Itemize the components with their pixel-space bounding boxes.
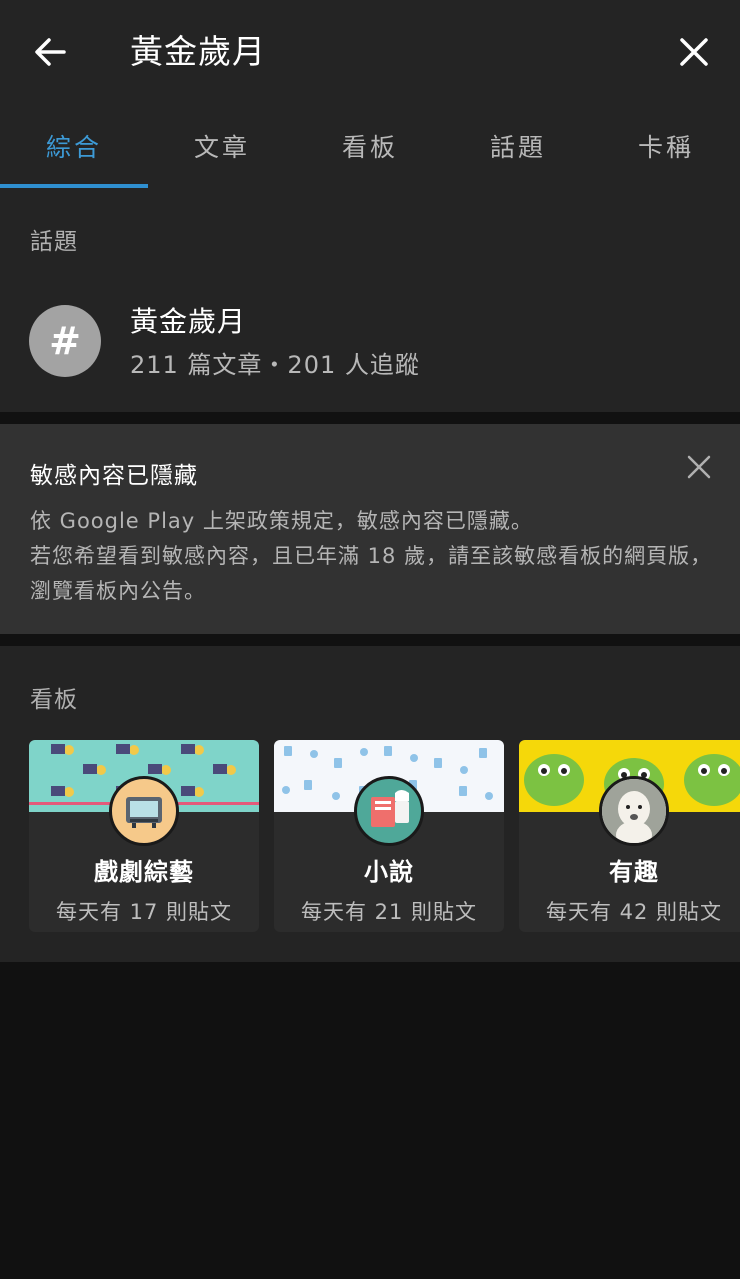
boards-section-label: 看板: [30, 687, 78, 713]
tv-icon: [109, 776, 179, 846]
tab-bar: 綜合 文章 看板 話題 卡稱: [0, 104, 740, 188]
board-name: 有趣: [609, 858, 659, 886]
notice-close-button[interactable]: [686, 454, 712, 480]
board-card-novel[interactable]: 小說 每天有 21 則貼文: [274, 740, 504, 932]
board-post-rate: 每天有 17 則貼文: [55, 900, 233, 924]
tab-label: 文章: [193, 133, 250, 162]
tab-overview[interactable]: 綜合: [0, 104, 148, 188]
topic-name[interactable]: 黃金歲月: [130, 300, 246, 340]
tab-boards[interactable]: 看板: [296, 104, 444, 188]
notice-body-line: 依 Google Play 上架政策規定，敏感內容已隱藏。: [30, 509, 533, 533]
tab-articles[interactable]: 文章: [148, 104, 296, 188]
close-icon: [680, 38, 708, 66]
topics-section: 話題 # 黃金歲月 211 篇文章・201 人追蹤: [0, 188, 740, 412]
board-post-rate: 每天有 21 則貼文: [300, 900, 478, 924]
board-name: 小說: [364, 858, 414, 886]
board-name: 戲劇綜藝: [94, 858, 194, 886]
close-button[interactable]: [666, 24, 722, 80]
notice-body: 依 Google Play 上架政策規定，敏感內容已隱藏。 若您希望看到敏感內容…: [30, 504, 720, 609]
boards-section: 看板 戲劇綜藝 每天有 17 則貼文 小說 每天有 21 則貼文 有趣 每天有 …: [0, 646, 740, 962]
back-button[interactable]: [22, 24, 78, 80]
app-header: 黃金歲月: [0, 0, 740, 104]
topic-meta: 211 篇文章・201 人追蹤: [130, 351, 420, 379]
board-post-rate: 每天有 42 則貼文: [545, 900, 723, 924]
tab-label: 看板: [341, 133, 398, 162]
boards-carousel[interactable]: 戲劇綜藝 每天有 17 則貼文 小說 每天有 21 則貼文 有趣 每天有 42 …: [29, 740, 740, 932]
board-card-funny[interactable]: 有趣 每天有 42 則貼文: [519, 740, 740, 932]
tab-personas[interactable]: 卡稱: [592, 104, 740, 188]
alpaca-icon: [599, 776, 669, 846]
board-card-drama[interactable]: 戲劇綜藝 每天有 17 則貼文: [29, 740, 259, 932]
tab-label: 卡稱: [637, 133, 694, 162]
sensitive-content-notice: 敏感內容已隱藏 依 Google Play 上架政策規定，敏感內容已隱藏。 若您…: [0, 424, 740, 634]
tab-topics[interactable]: 話題: [444, 104, 592, 188]
tab-label: 話題: [489, 133, 546, 162]
arrow-left-icon: [35, 38, 66, 66]
book-icon: [354, 776, 424, 846]
notice-body-line: 若您希望看到敏感內容，且已年滿 18 歲，請至該敏感看板的網頁版，瀏覽看板內公告…: [30, 544, 713, 603]
tab-label: 綜合: [45, 133, 102, 162]
topics-section-label: 話題: [30, 229, 78, 255]
hashtag-icon[interactable]: #: [29, 305, 101, 377]
close-icon: [687, 455, 711, 479]
notice-title: 敏感內容已隱藏: [30, 463, 198, 489]
search-query[interactable]: 黃金歲月: [130, 30, 266, 74]
